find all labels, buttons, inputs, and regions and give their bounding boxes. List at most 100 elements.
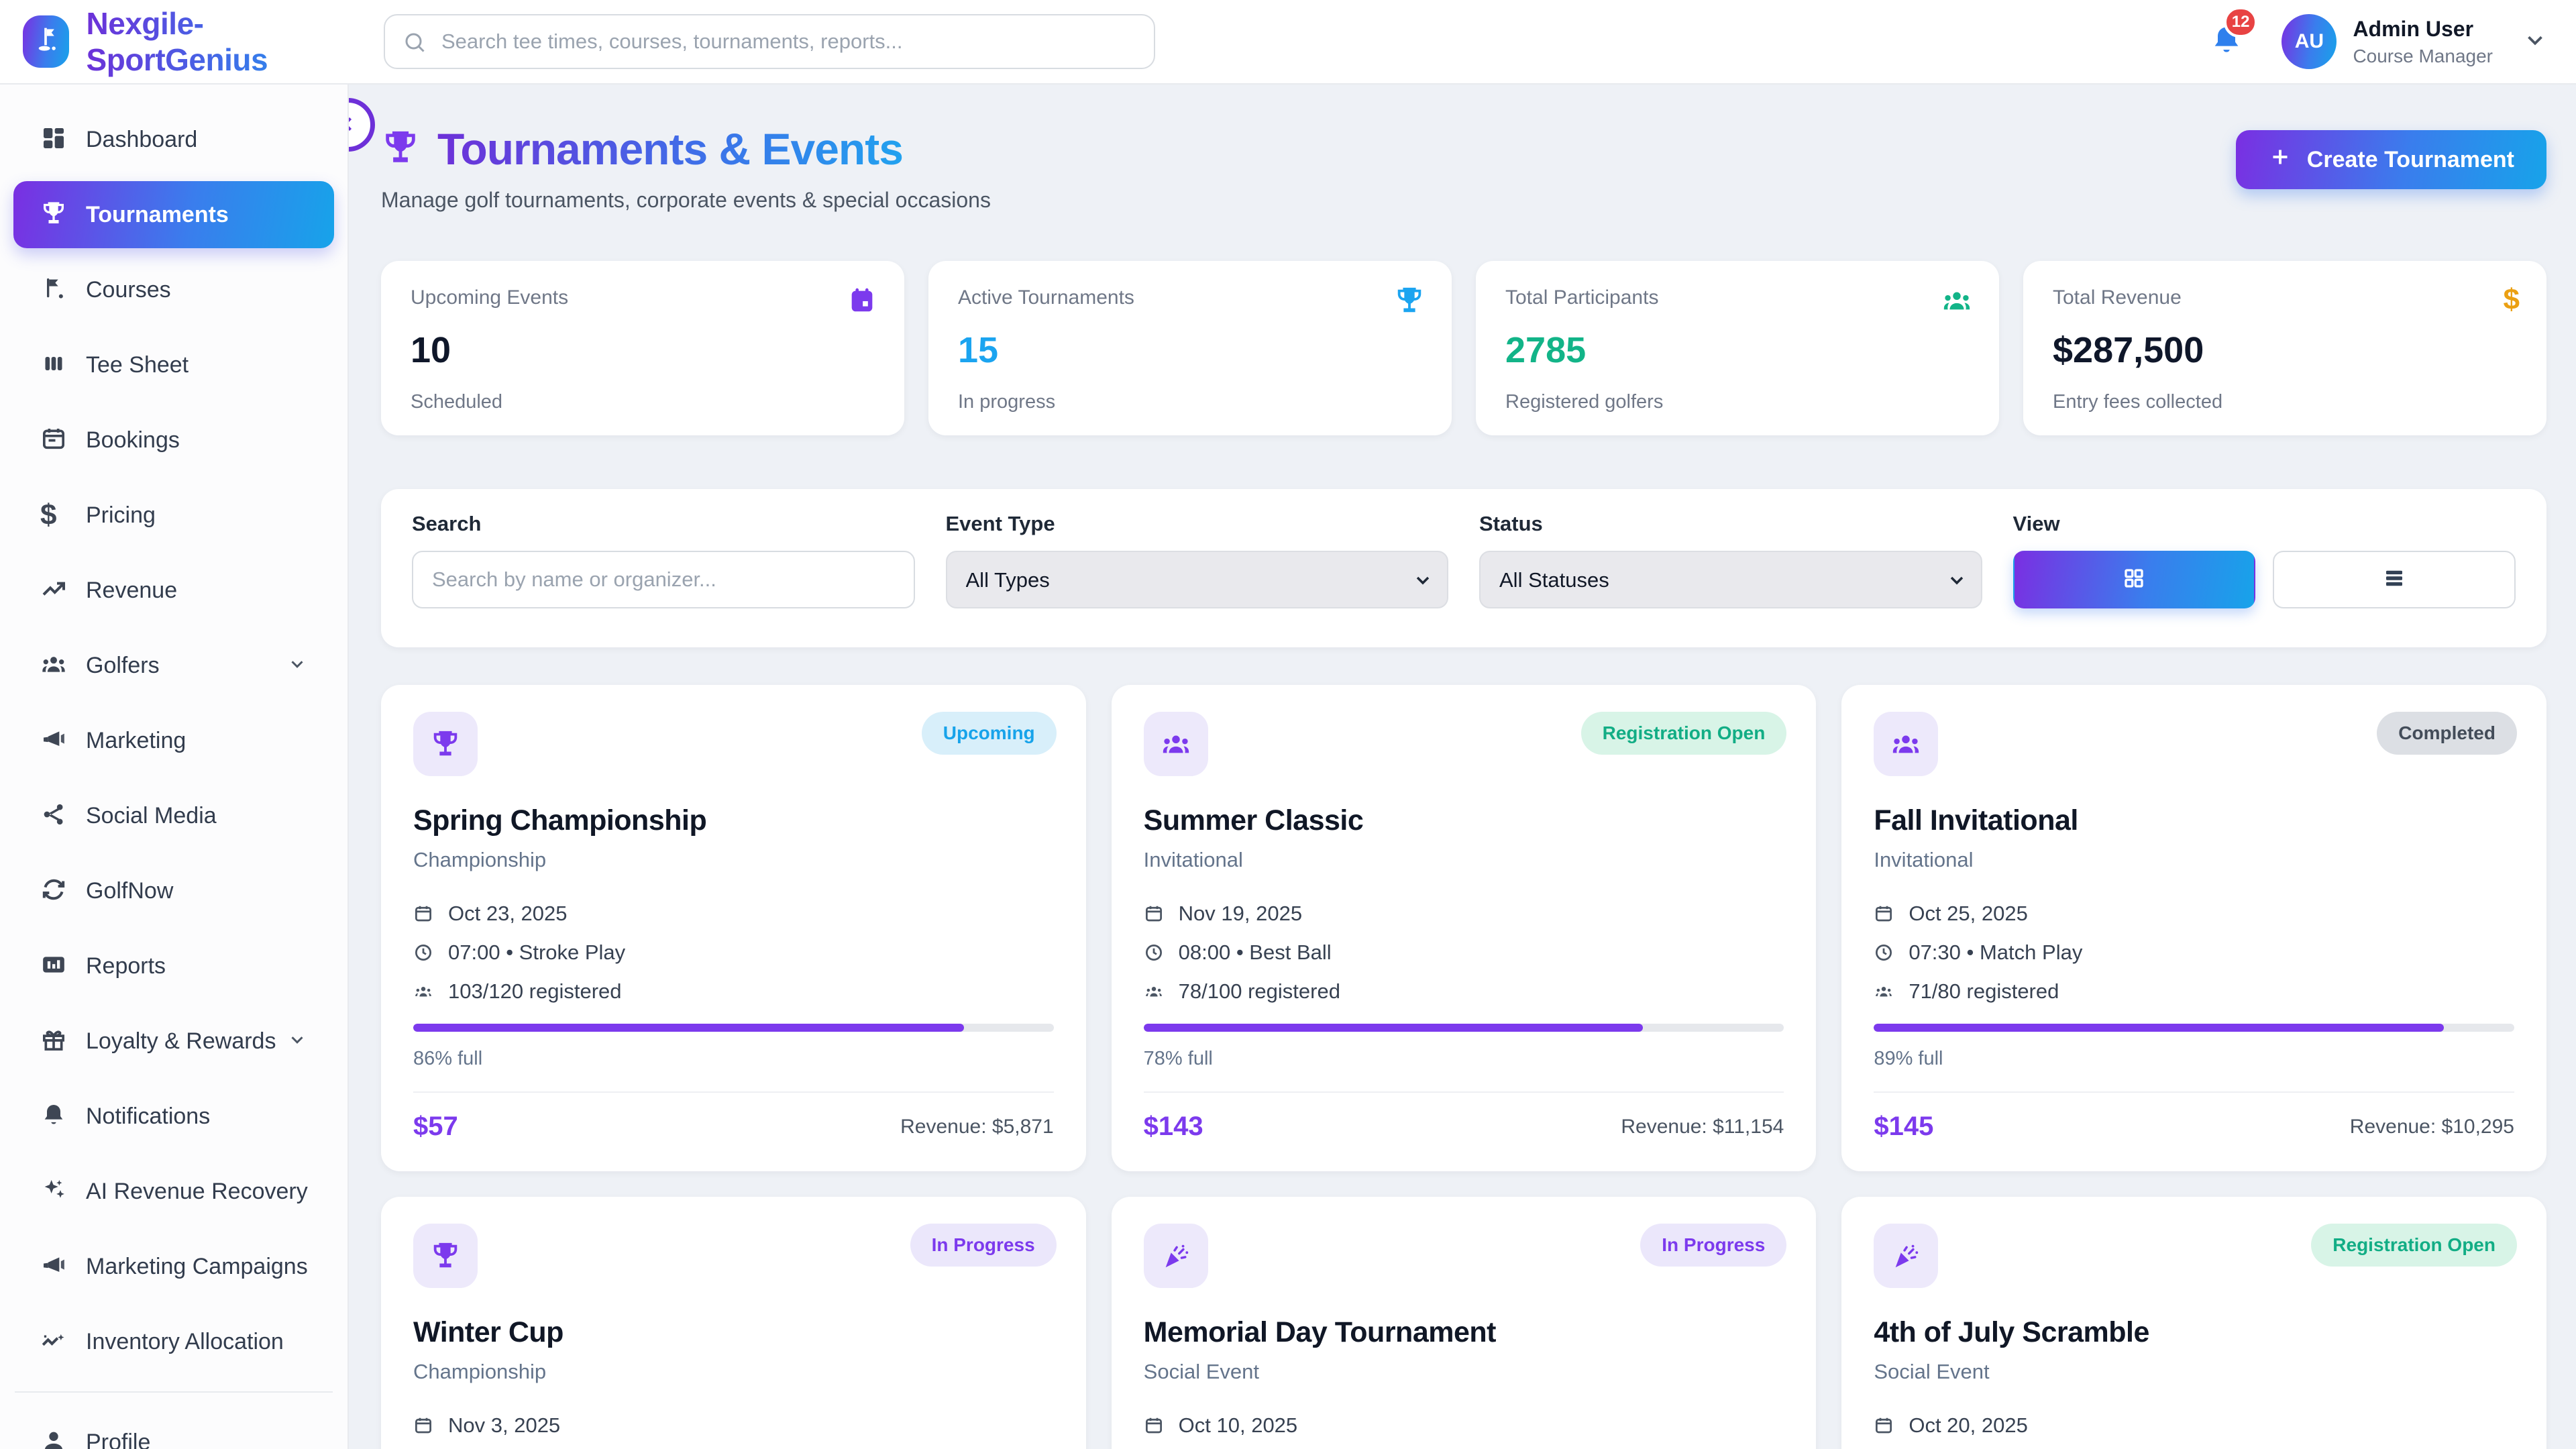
chevron-left-icon — [349, 113, 360, 138]
party-popper-icon — [1144, 1224, 1208, 1288]
bell-icon — [2209, 49, 2244, 60]
users-icon — [413, 981, 433, 1002]
tournament-date-row: Nov 19, 2025 — [1144, 902, 1784, 926]
sidebar-item-label: Tournaments — [86, 202, 229, 228]
stat-label: Active Tournaments — [958, 286, 1422, 309]
tournament-card-spring-championship[interactable]: Upcoming Spring Championship Championshi… — [381, 685, 1086, 1171]
sidebar-item-marketing[interactable]: Marketing — [13, 707, 334, 774]
clock-icon — [413, 943, 433, 963]
sidebar-item-inventory-allocation[interactable]: Inventory Allocation — [13, 1308, 334, 1375]
stat-value: 10 — [411, 329, 875, 371]
users-icon — [1874, 981, 1894, 1002]
card-divider — [413, 1091, 1054, 1093]
tournament-name: 4th of July Scramble — [1874, 1316, 2514, 1349]
topbar: Nexgile-SportGenius 12 AU Admin User Cou… — [0, 0, 2576, 85]
global-search-input[interactable] — [384, 14, 1155, 69]
tournament-name: Summer Classic — [1144, 804, 1784, 837]
stat-card-total-revenue: Total Revenue $ $287,500 Entry fees coll… — [2023, 261, 2546, 435]
tournament-card-winter-cup[interactable]: In Progress Winter Cup Championship Nov … — [381, 1197, 1086, 1449]
tournament-date-row: Oct 10, 2025 — [1144, 1413, 1784, 1438]
sidebar-item-loyalty-rewards[interactable]: Loyalty & Rewards — [13, 1008, 334, 1075]
stats-row: Upcoming Events 10 Scheduled Active Tour… — [381, 261, 2546, 435]
users-icon — [1144, 712, 1208, 776]
tournament-date-row: Oct 20, 2025 — [1874, 1413, 2514, 1438]
sidebar-item-golfers[interactable]: Golfers — [13, 632, 334, 699]
status-select[interactable]: All Statuses — [1479, 551, 1982, 608]
tournament-card-4th-of-july[interactable]: Registration Open 4th of July Scramble S… — [1841, 1197, 2546, 1449]
sidebar-item-profile[interactable]: Profile — [13, 1409, 334, 1449]
create-tournament-button[interactable]: Create Tournament — [2236, 130, 2546, 189]
sidebar-item-notifications[interactable]: Notifications — [13, 1083, 334, 1150]
sidebar-item-marketing-campaigns[interactable]: Marketing Campaigns — [13, 1233, 334, 1300]
trophy-icon — [40, 200, 67, 230]
tournament-card-memorial-day[interactable]: In Progress Memorial Day Tournament Soci… — [1112, 1197, 1817, 1449]
sidebar-item-ai-revenue-recovery[interactable]: AI Revenue Recovery — [13, 1158, 334, 1225]
trending-up-icon — [40, 576, 67, 606]
event-type-select[interactable]: All Types — [946, 551, 1449, 608]
tournament-registered: 71/80 registered — [1909, 979, 2059, 1004]
tournament-date: Oct 23, 2025 — [448, 902, 568, 926]
sidebar-item-label: AI Revenue Recovery — [86, 1179, 308, 1205]
tournament-date-row: Oct 25, 2025 — [1874, 902, 2514, 926]
stat-label: Total Participants — [1505, 286, 1970, 309]
calendar-icon — [1874, 904, 1894, 924]
entry-price: $57 — [413, 1112, 458, 1142]
user-menu-chevron-down-icon[interactable] — [2522, 28, 2548, 56]
golf-flag-icon — [40, 275, 67, 305]
trend-sparkle-icon — [40, 1327, 67, 1357]
calendar-icon — [40, 425, 67, 455]
tournament-registered: 78/100 registered — [1179, 979, 1340, 1004]
sidebar-item-social-media[interactable]: Social Media — [13, 782, 334, 849]
main-content: Tournaments & Events Manage golf tournam… — [349, 85, 2576, 1449]
list-view-icon — [2382, 566, 2406, 594]
tournaments-grid: Upcoming Spring Championship Championshi… — [381, 685, 2546, 1449]
entry-price: $145 — [1874, 1112, 1933, 1142]
tournament-card-summer-classic[interactable]: Registration Open Summer Classic Invitat… — [1112, 685, 1817, 1171]
sync-icon — [40, 876, 67, 906]
tournament-time-format: 08:00 • Best Ball — [1179, 941, 1332, 965]
sidebar-item-pricing[interactable]: $ Pricing — [13, 482, 334, 549]
sidebar-item-label: Tee Sheet — [86, 352, 189, 378]
tournament-type: Invitational — [1874, 848, 2514, 872]
sidebar-item-label: Social Media — [86, 803, 217, 829]
sidebar-item-dashboard[interactable]: Dashboard — [13, 106, 334, 173]
tournament-date: Oct 25, 2025 — [1909, 902, 2028, 926]
sidebar-item-golfnow[interactable]: GolfNow — [13, 857, 334, 924]
sidebar-item-label: Reports — [86, 953, 166, 979]
search-icon — [402, 30, 427, 58]
status-badge: In Progress — [1640, 1224, 1786, 1267]
stat-caption: Registered golfers — [1505, 391, 1970, 413]
stat-label: Total Revenue — [2053, 286, 2517, 309]
sidebar-item-bookings[interactable]: Bookings — [13, 407, 334, 474]
fill-percent-label: 89% full — [1874, 1048, 2514, 1070]
sidebar-item-tee-sheet[interactable]: Tee Sheet — [13, 331, 334, 398]
sidebar-item-courses[interactable]: Courses — [13, 256, 334, 323]
tournament-card-fall-invitational[interactable]: Completed Fall Invitational Invitational… — [1841, 685, 2546, 1171]
stat-card-active-tournaments: Active Tournaments 15 In progress — [928, 261, 1452, 435]
filter-search-input[interactable] — [412, 551, 915, 608]
tournament-date: Oct 10, 2025 — [1179, 1413, 1298, 1438]
list-view-button[interactable] — [2273, 551, 2516, 608]
tournament-date-row: Nov 3, 2025 — [413, 1413, 1054, 1438]
page-subtitle: Manage golf tournaments, corporate event… — [381, 188, 991, 213]
stat-value: 15 — [958, 329, 1422, 371]
stat-caption: Scheduled — [411, 391, 875, 413]
user-icon — [40, 1428, 67, 1449]
avatar[interactable]: AU — [2282, 14, 2337, 69]
grid-view-button[interactable] — [2013, 551, 2256, 608]
stat-card-total-participants: Total Participants 2785 Registered golfe… — [1476, 261, 1999, 435]
share-icon — [40, 801, 67, 831]
notifications-button[interactable]: 12 — [2209, 23, 2244, 61]
sidebar-collapse-button[interactable] — [349, 98, 375, 152]
sidebar-item-reports[interactable]: Reports — [13, 932, 334, 1000]
plus-icon — [2268, 145, 2292, 175]
sidebar-item-tournaments[interactable]: Tournaments — [13, 181, 334, 248]
tournament-time-row: 07:30 • Match Play — [1874, 941, 2514, 965]
sparkles-icon — [40, 1177, 67, 1207]
card-divider — [1144, 1091, 1784, 1093]
stat-caption: Entry fees collected — [2053, 391, 2517, 413]
sidebar-item-label: Revenue — [86, 578, 177, 604]
sidebar-item-revenue[interactable]: Revenue — [13, 557, 334, 624]
tournament-type: Social Event — [1874, 1360, 2514, 1384]
app-logo — [23, 15, 69, 68]
